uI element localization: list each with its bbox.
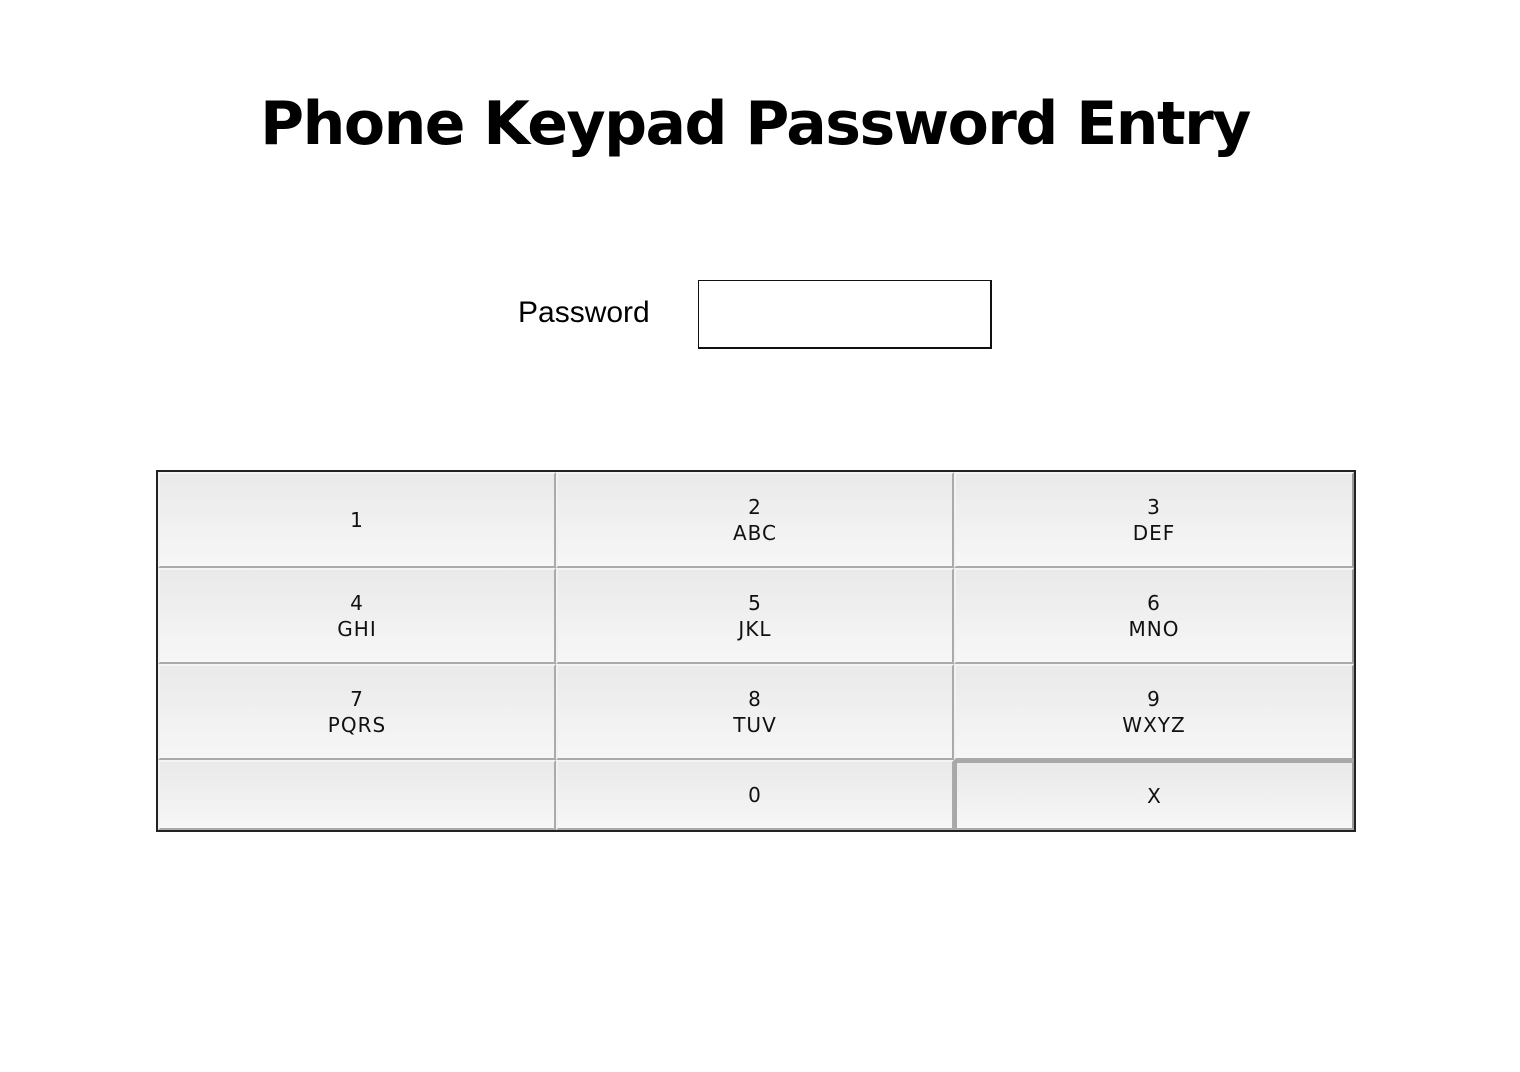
key-digit: 1	[350, 508, 364, 532]
key-clear[interactable]: X	[954, 760, 1354, 830]
key-digit: X	[1147, 783, 1162, 808]
key-digit: 9	[1147, 687, 1161, 711]
password-label: Password	[518, 296, 650, 329]
page-title: Phone Keypad Password Entry	[260, 89, 1251, 159]
key-letters: TUV	[733, 713, 777, 737]
key-blank[interactable]	[158, 760, 556, 830]
key-letters: WXYZ	[1122, 713, 1186, 737]
key-letters: ABC	[732, 521, 777, 545]
key-letters: JKL	[738, 617, 772, 641]
key-4[interactable]: 4 GHI	[158, 568, 556, 664]
key-9[interactable]: 9 WXYZ	[954, 664, 1354, 760]
key-0[interactable]: 0	[556, 760, 954, 830]
key-digit: 8	[748, 687, 762, 711]
key-2[interactable]: 2 ABC	[556, 472, 954, 568]
key-digit: 7	[350, 687, 364, 711]
key-digit: 5	[748, 591, 762, 615]
keypad: 1 2 ABC 3 DEF 4 GHI 5 JKL 6 MNO 7 PQRS 8…	[156, 470, 1356, 832]
key-1[interactable]: 1	[158, 472, 556, 568]
key-digit: 4	[350, 591, 364, 615]
password-input[interactable]	[698, 280, 992, 349]
key-7[interactable]: 7 PQRS	[158, 664, 556, 760]
key-digit: 6	[1147, 591, 1161, 615]
key-letters: PQRS	[327, 713, 387, 737]
key-digit: 0	[748, 783, 762, 807]
key-3[interactable]: 3 DEF	[954, 472, 1354, 568]
key-8[interactable]: 8 TUV	[556, 664, 954, 760]
key-digit: 3	[1147, 495, 1161, 519]
key-5[interactable]: 5 JKL	[556, 568, 954, 664]
key-letters: DEF	[1132, 521, 1176, 545]
key-6[interactable]: 6 MNO	[954, 568, 1354, 664]
key-letters: GHI	[337, 617, 377, 641]
key-digit: 2	[748, 495, 762, 519]
key-letters: MNO	[1128, 617, 1180, 641]
